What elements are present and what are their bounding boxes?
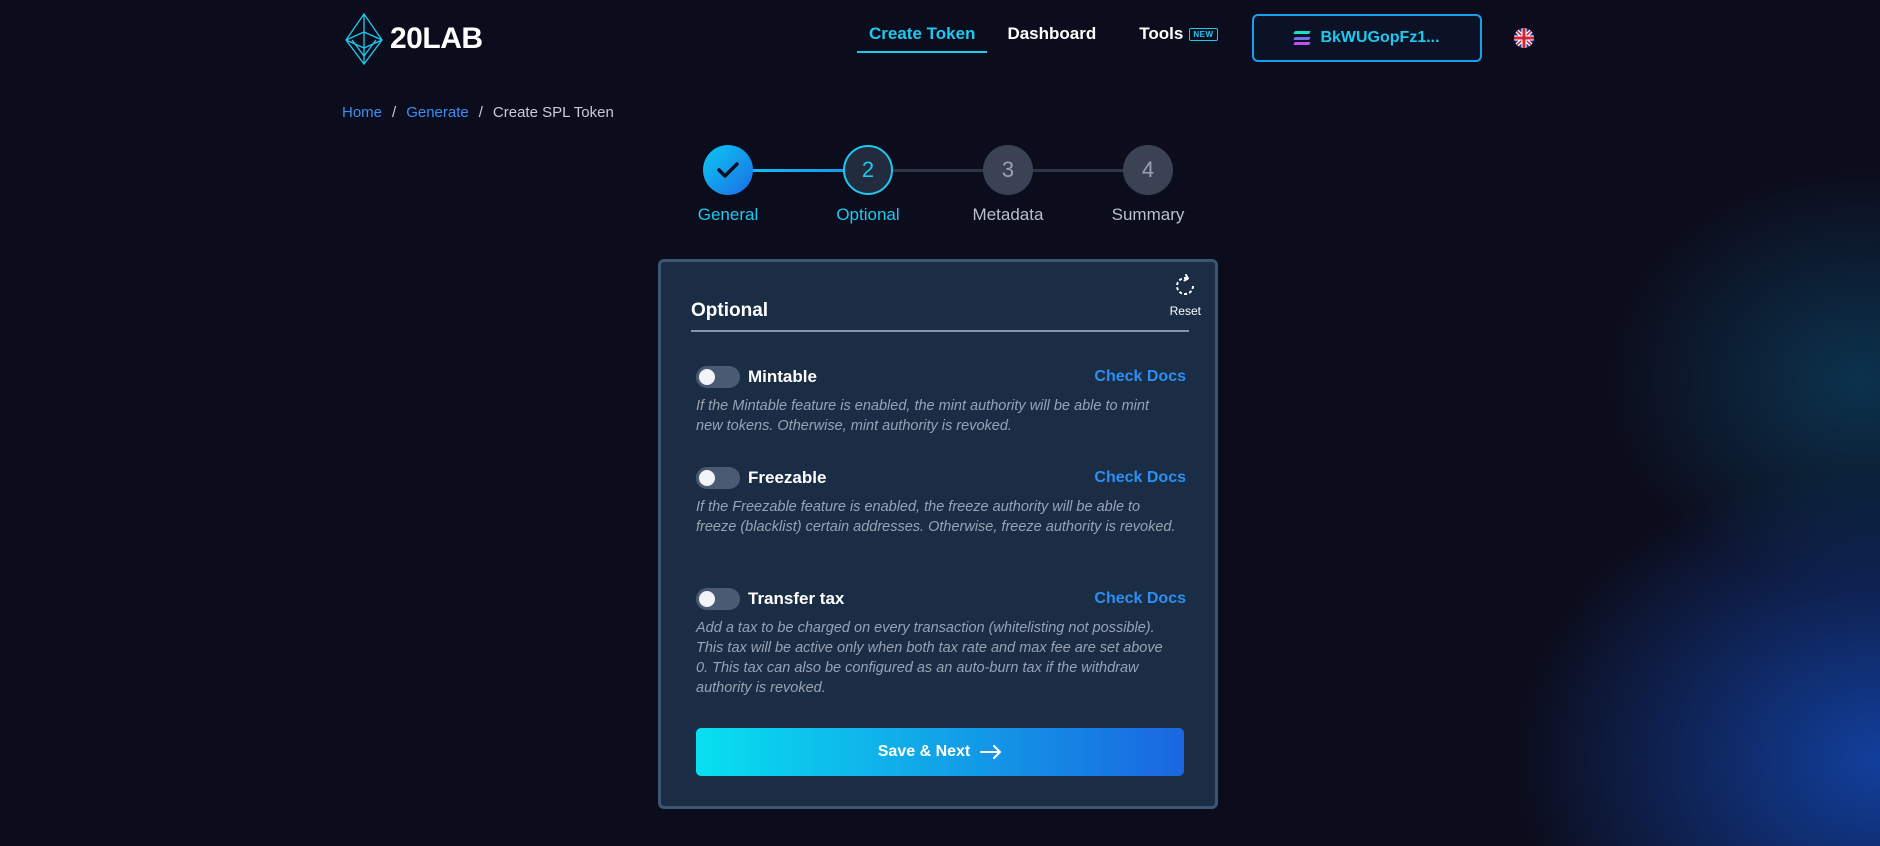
option-name: Transfer tax (748, 589, 845, 608)
step-check-icon (703, 145, 753, 195)
option-freezable: Freezable Check Docs If the Freezable fe… (696, 465, 1186, 537)
option-transfer-tax: Transfer tax Check Docs Add a tax to be … (696, 586, 1186, 698)
breadcrumb: Home / Generate / Create SPL Token (342, 104, 614, 121)
step-general[interactable]: General (658, 145, 798, 225)
breadcrumb-current: Create SPL Token (492, 104, 614, 121)
step-number: 4 (1123, 145, 1173, 195)
option-mintable: Mintable Check Docs If the Mintable feat… (696, 364, 1186, 436)
step-summary[interactable]: 4 Summary (1078, 145, 1218, 225)
new-badge: NEW (1189, 27, 1218, 41)
main-nav: Create Token Dashboard Tools NEW (856, 24, 1218, 53)
breadcrumb-separator: / (392, 104, 397, 121)
uk-flag-icon[interactable] (1514, 28, 1534, 48)
step-optional[interactable]: 2 Optional (798, 145, 938, 225)
optional-card: Reset Optional Mintable Check Docs If th… (658, 259, 1218, 809)
nav-dashboard[interactable]: Dashboard (1007, 24, 1096, 44)
step-label: Optional (836, 205, 900, 224)
arrow-right-icon (980, 745, 1002, 759)
option-name: Freezable (748, 468, 827, 487)
mintable-toggle[interactable] (696, 366, 740, 388)
wallet-button[interactable]: BkWUGopFz1... (1252, 14, 1482, 62)
logo[interactable]: 20LAB (342, 12, 483, 66)
step-number: 2 (843, 145, 893, 195)
step-label: Metadata (972, 205, 1044, 224)
option-description: Add a tax to be charged on every transac… (696, 620, 1163, 696)
brand-name: 20LAB (390, 22, 483, 55)
check-docs-link[interactable]: Check Docs (1094, 469, 1186, 487)
divider (691, 330, 1189, 332)
check-docs-link[interactable]: Check Docs (1094, 590, 1186, 608)
option-name: Mintable (748, 367, 817, 386)
solana-icon (1293, 31, 1312, 45)
check-docs-link[interactable]: Check Docs (1094, 368, 1186, 386)
header: 20LAB Create Token Dashboard Tools NEW B… (0, 0, 1880, 76)
freezable-toggle[interactable] (696, 467, 740, 489)
stepper: General 2 Optional 3 Metadata 4 Summary (690, 145, 1220, 225)
wallet-address: BkWUGopFz1... (1320, 29, 1440, 46)
nav-tools-label: Tools (1139, 24, 1184, 43)
breadcrumb-separator: / (478, 104, 483, 121)
step-metadata[interactable]: 3 Metadata (938, 145, 1078, 225)
transfer-tax-toggle[interactable] (696, 588, 740, 610)
step-label: Summary (1111, 205, 1185, 224)
reset-icon (1176, 274, 1195, 295)
breadcrumb-generate[interactable]: Generate (406, 104, 469, 121)
option-description: If the Freezable feature is enabled, the… (696, 499, 1176, 535)
step-number: 3 (983, 145, 1033, 195)
step-label: General (697, 205, 759, 224)
save-next-label: Save & Next (877, 743, 971, 760)
nav-tools[interactable]: Tools NEW (1139, 24, 1218, 44)
breadcrumb-home[interactable]: Home (342, 104, 382, 121)
logo-diamond-icon (345, 12, 383, 66)
reset-button[interactable]: Reset (1170, 274, 1201, 318)
option-description: If the Mintable feature is enabled, the … (696, 398, 1149, 434)
nav-create-token[interactable]: Create Token (856, 24, 988, 53)
save-next-button[interactable]: Save & Next (696, 728, 1184, 776)
card-title: Optional (691, 300, 769, 321)
reset-label: Reset (1169, 304, 1201, 318)
